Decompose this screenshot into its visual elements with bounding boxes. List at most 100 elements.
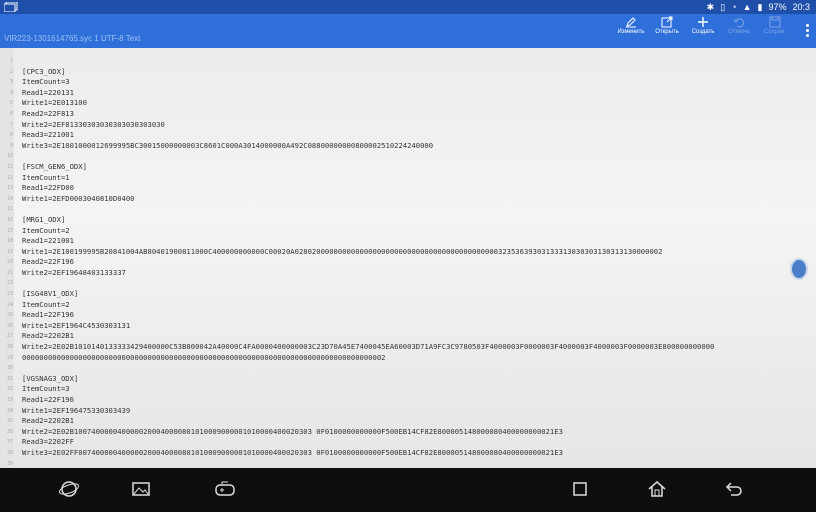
pencil-icon xyxy=(626,17,636,28)
editor-line[interactable]: 33 Read1=22F196 xyxy=(0,395,816,406)
line-text: Read2=22F196 xyxy=(22,257,74,267)
editor-line[interactable]: 23 [ISG48V1_ODX] xyxy=(0,289,816,300)
editor-line[interactable]: 14 Write1=2EFD0003040810D0400 xyxy=(0,194,816,205)
line-text: Write2=2EF19648403133337 xyxy=(22,267,126,277)
line-number: 21 xyxy=(6,269,13,276)
line-number: 25 xyxy=(6,312,13,319)
editor-line[interactable]: 6 Read2=22F813 xyxy=(0,109,816,120)
home-icon[interactable] xyxy=(646,478,668,500)
editor-line[interactable]: 35 Read2=2202B1 xyxy=(0,416,816,427)
editor-line[interactable]: 8 Read3=221001 xyxy=(0,130,816,141)
line-number: 24 xyxy=(6,301,13,308)
editor-line[interactable]: 39 xyxy=(0,459,816,468)
create-button[interactable]: Создать xyxy=(688,14,718,35)
clock: 20:3 xyxy=(792,2,810,12)
text-editor[interactable]: 1 2 [CPC3_ODX] 3 ItemCount=3 4 Read1=220131 5 Wr… xyxy=(0,48,816,468)
line-number: 35 xyxy=(6,418,13,425)
line-number: 38 xyxy=(6,449,13,456)
editor-line[interactable]: 36 Write2=2E02B10074000004000002000400008… xyxy=(0,427,816,438)
line-text: Read2=2202B1 xyxy=(22,416,74,426)
line-text: ItemCount=1 xyxy=(22,172,70,182)
editor-line[interactable]: 20 Read2=22F196 xyxy=(0,257,816,268)
line-text: 0000000000000000000000000000000000000000… xyxy=(22,352,386,362)
editor-line[interactable]: 3 ItemCount=3 xyxy=(0,77,816,88)
editor-line[interactable]: 22 xyxy=(0,278,816,289)
editor-line[interactable]: 31 [VGSNAG3_ODX] xyxy=(0,374,816,385)
editor-line[interactable]: 5 Write1=2E013100 xyxy=(0,98,816,109)
line-number: 4 xyxy=(9,89,13,96)
line-number: 29 xyxy=(6,354,13,361)
editor-line[interactable]: 19 Write1=2E100199995B20841004AB804019008… xyxy=(0,247,816,258)
editor-line[interactable]: 7 Write2=2EF81330303030303030303030 xyxy=(0,120,816,131)
editor-line[interactable]: 16 [MRG1_ODX] xyxy=(0,215,816,226)
line-text: Write1=2EFD0003040810D0400 xyxy=(22,193,135,203)
open-external-icon xyxy=(661,16,673,28)
undo-icon xyxy=(733,18,744,28)
editor-line[interactable]: 26 Write1=2EF1964C4530303131 xyxy=(0,321,816,332)
line-text: [CPC3_ODX] xyxy=(22,66,66,76)
save-icon xyxy=(769,16,781,28)
recent-apps-icon[interactable] xyxy=(569,478,591,500)
overflow-menu-button[interactable] xyxy=(806,22,810,39)
gamepad-icon[interactable] xyxy=(214,478,236,500)
line-number: 2 xyxy=(9,68,13,75)
line-text: Read1=22FD00 xyxy=(22,183,74,193)
editor-line[interactable]: 9 Write3=2E1001000012699995BC300150000000… xyxy=(0,141,816,152)
editor-line[interactable]: 18 Read1=221001 xyxy=(0,236,816,247)
editor-line[interactable]: 15 xyxy=(0,204,816,215)
editor-line[interactable]: 1 xyxy=(0,56,816,67)
browser-icon[interactable] xyxy=(58,478,80,500)
back-icon[interactable] xyxy=(722,478,744,500)
line-number: 26 xyxy=(6,322,13,329)
line-number: 19 xyxy=(6,248,13,255)
line-text: Read2=22F813 xyxy=(22,108,74,118)
editor-line[interactable]: 24 ItemCount=2 xyxy=(0,300,816,311)
plus-icon xyxy=(698,17,708,27)
editor-line[interactable]: 2 [CPC3_ODX] xyxy=(0,67,816,78)
gallery-icon[interactable] xyxy=(130,478,152,500)
editor-line[interactable]: 17 ItemCount=2 xyxy=(0,226,816,237)
battery-icon: ▮ xyxy=(757,1,763,12)
editor-line[interactable]: 13 Read1=22FD00 xyxy=(0,183,816,194)
editor-line[interactable]: 29 00000000000000000000000000000000000000… xyxy=(0,353,816,364)
editor-line[interactable]: 4 Read1=220131 xyxy=(0,88,816,99)
fast-scroll-thumb[interactable] xyxy=(790,258,808,280)
line-text: Write1=2EF196475330303439 xyxy=(22,405,131,415)
line-number: 1 xyxy=(9,58,13,64)
editor-line[interactable]: 21 Write2=2EF19648403133337 xyxy=(0,268,816,279)
line-text: [VGSNAG3_ODX] xyxy=(22,373,79,383)
editor-line[interactable]: 30 xyxy=(0,363,816,374)
editor-line[interactable]: 25 Read1=22F196 xyxy=(0,310,816,321)
line-number: 30 xyxy=(6,365,13,372)
line-number: 3 xyxy=(9,79,13,86)
edit-button[interactable]: Изменить xyxy=(616,14,646,35)
editor-line[interactable]: 27 Read2=2202B1 xyxy=(0,331,816,342)
editor-line[interactable]: 32 ItemCount=3 xyxy=(0,384,816,395)
system-navigation-bar xyxy=(0,468,816,512)
line-text: [FSCM_GEN6_ODX] xyxy=(22,161,87,171)
open-button[interactable]: Открыть xyxy=(652,14,682,35)
line-text: Write2=2E02B1010140133333429400000C53B80… xyxy=(22,342,715,352)
editor-line[interactable]: 37 Read3=2202FF xyxy=(0,437,816,448)
line-number: 36 xyxy=(6,428,13,435)
save-button[interactable]: Сохран. xyxy=(760,14,790,35)
editor-line[interactable]: 38 Write3=2E02FF0074000004000002000400008… xyxy=(0,448,816,459)
line-text: Read1=221001 xyxy=(22,236,74,246)
editor-line[interactable]: 28 Write2=2E02B1010140133333429400000C53B… xyxy=(0,342,816,353)
line-number: 39 xyxy=(6,460,13,467)
editor-line[interactable]: 34 Write1=2EF196475330303439 xyxy=(0,406,816,417)
toolbar-actions: Изменить Открыть Создать Отмена Сохран. xyxy=(616,14,790,48)
wifi-icon: ◔ xyxy=(731,2,737,12)
line-text: Read1=22F196 xyxy=(22,310,74,320)
vibrate-icon: ▯ xyxy=(720,1,726,12)
undo-button[interactable]: Отмена xyxy=(724,14,754,35)
editor-line[interactable]: 10 xyxy=(0,151,816,162)
editor-line[interactable]: 11 [FSCM_GEN6_ODX] xyxy=(0,162,816,173)
line-text: Write1=2EF1964C4530303131 xyxy=(22,320,131,330)
line-number: 18 xyxy=(6,238,13,245)
signal-icon: ▲ xyxy=(742,2,752,12)
line-text: Write2=2E02B1007400000400000200040000801… xyxy=(22,426,563,436)
editor-line[interactable]: 12 ItemCount=1 xyxy=(0,173,816,184)
line-number: 37 xyxy=(6,439,13,446)
line-text: ItemCount=3 xyxy=(22,384,70,394)
